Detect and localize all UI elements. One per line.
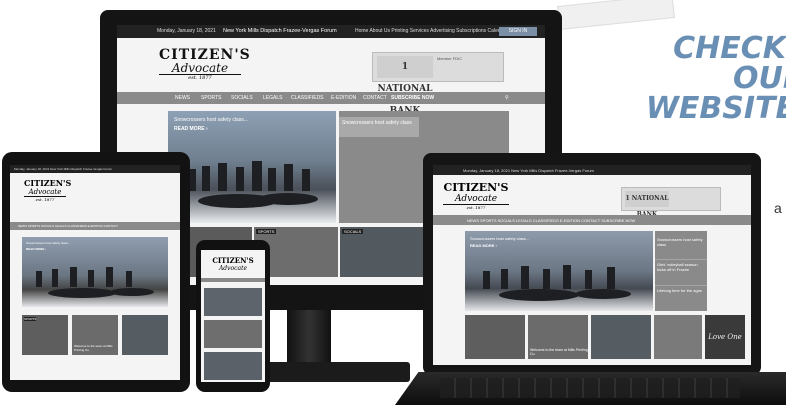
nav-socials[interactable]: SOCIALS bbox=[231, 95, 253, 101]
laptop-thumb-2[interactable]: Welcome to the team at Mills Printing Co… bbox=[528, 315, 588, 359]
tablet-thumb-1-label: SPORTS bbox=[24, 317, 37, 321]
laptop-thumb-1[interactable] bbox=[465, 315, 525, 359]
nav-news[interactable]: NEWS bbox=[175, 95, 190, 101]
laptop-keyboard bbox=[440, 378, 740, 398]
snowmobile-photo bbox=[188, 161, 318, 208]
topbar-date: Monday, January 18, 2021 bbox=[157, 28, 216, 34]
laptop-logo[interactable]: CITIZEN'S Advocate est. 1877 bbox=[443, 181, 509, 210]
topbar-sister-links[interactable]: New York Mills Dispatch Frazee-Vergas Fo… bbox=[223, 28, 337, 34]
laptop-side-story-3[interactable]: Lifelong time for the ages bbox=[655, 285, 707, 295]
laptop-ad-banner[interactable]: 1 NATIONAL BANK bbox=[621, 187, 721, 218]
phone-story-image-1[interactable] bbox=[204, 320, 262, 348]
laptop-topbar-text: Monday, January 18, 2021 New York Mills … bbox=[463, 168, 594, 173]
logo-line-2: Advocate bbox=[159, 62, 241, 75]
tablet-logo-line-2: Advocate bbox=[24, 188, 66, 197]
laptop-logo-line-1: CITIZEN'S bbox=[443, 181, 509, 194]
sign-in-button[interactable]: SIGN IN bbox=[499, 27, 537, 36]
tablet-thumb-3[interactable] bbox=[122, 315, 168, 355]
tablet-nav-items[interactable]: NEWS SPORTS SOCIALS LEGALS CLASSIFIEDS E… bbox=[18, 224, 118, 228]
tablet-topbar: Monday, January 18, 2021 New York Mills … bbox=[10, 165, 180, 173]
bank-ad-text: Member FDIC bbox=[437, 56, 463, 61]
tablet-nav: NEWS SPORTS SOCIALS LEGALS CLASSIFIEDS E… bbox=[10, 222, 180, 230]
laptop-hero[interactable]: Snowcrossers host safety class... READ M… bbox=[465, 231, 653, 311]
laptop-thumb-3[interactable] bbox=[591, 315, 651, 359]
laptop-thumb-2-caption: Welcome to the team at Mills Printing Co… bbox=[530, 348, 588, 356]
tablet-logo-line-1: CITIZEN'S bbox=[24, 178, 72, 188]
tablet-thumbnails: SPORTS Welcome to the team at Mills Prin… bbox=[22, 315, 168, 355]
tablet-topbar-text: Monday, January 18, 2021 New York Mills … bbox=[14, 167, 113, 171]
laptop-nav: NEWS SPORTS SOCIALS LEGALS CLASSIFIEDS E… bbox=[433, 215, 751, 225]
nav-e-edition[interactable]: E-EDITION bbox=[331, 95, 356, 101]
laptop-side-story-1[interactable]: Snowcrossers host safety class bbox=[655, 235, 707, 249]
tablet-logo[interactable]: CITIZEN'S Advocate est. 1877 bbox=[24, 178, 72, 202]
hero-story[interactable]: Snowcrossers host safety class... READ M… bbox=[168, 111, 336, 223]
nav-subscribe[interactable]: SUBSCRIBE NOW bbox=[391, 95, 434, 101]
headline-line-3: WEBSITE bbox=[645, 91, 786, 126]
tablet-thumb-1[interactable]: SPORTS bbox=[22, 315, 68, 355]
tablet-screen: Monday, January 18, 2021 New York Mills … bbox=[10, 165, 180, 380]
tablet-hero[interactable]: Snowcrossers host safety class... READ M… bbox=[22, 237, 168, 307]
bank-ad-banner[interactable]: 1 NATIONAL BANK Member FDIC bbox=[372, 52, 504, 116]
phone-hero-image[interactable] bbox=[204, 288, 262, 316]
laptop-ad-logo: 1 NATIONAL BANK bbox=[625, 191, 669, 218]
promo-headline: CHECK OUR WEBSITE bbox=[596, 34, 786, 124]
tablet-thumb-2[interactable]: Welcome to the team at Mills Printing Co… bbox=[72, 315, 118, 355]
tablet-snowmobile-photo bbox=[36, 267, 154, 298]
nav-sports[interactable]: SPORTS bbox=[201, 95, 221, 101]
phone-nav-bar[interactable] bbox=[201, 278, 265, 282]
laptop-side-story-2[interactable]: Girls' volleyball season kicks off in Fr… bbox=[655, 259, 707, 274]
laptop-love-one-card[interactable]: Love One bbox=[705, 315, 745, 359]
laptop-screen: Monday, January 18, 2021 New York Mills … bbox=[433, 165, 751, 365]
nav-classifieds[interactable]: CLASSIFIEDS bbox=[291, 95, 324, 101]
nav-contact[interactable]: CONTACT bbox=[363, 95, 387, 101]
phone-logo-line-1: CITIZEN'S bbox=[212, 256, 254, 265]
laptop-thumb-4[interactable] bbox=[654, 315, 702, 359]
phone-logo[interactable]: CITIZEN'S Advocate bbox=[207, 256, 259, 272]
site-topbar: Monday, January 18, 2021 New York Mills … bbox=[117, 25, 545, 38]
laptop-snowmobile-photo bbox=[483, 265, 631, 301]
phone-screen: CITIZEN'S Advocate bbox=[201, 250, 265, 382]
bank-ad-logo: 1 NATIONAL BANK bbox=[377, 56, 433, 116]
logo-line-3: est. 1877 bbox=[188, 75, 212, 81]
logo-line-1: CITIZEN'S bbox=[159, 47, 251, 63]
thumb-3-label: SOCIALS bbox=[342, 229, 364, 234]
search-icon[interactable]: ⚲ bbox=[505, 95, 509, 101]
laptop-logo-line-2: Advocate bbox=[443, 194, 509, 205]
site-logo[interactable]: CITIZEN'S Advocate est. 1877 bbox=[159, 47, 251, 86]
monitor-stand-neck bbox=[287, 310, 331, 365]
laptop-logo-line-3: est. 1877 bbox=[466, 205, 486, 210]
laptop-sidebar: Snowcrossers host safety class Girls' vo… bbox=[655, 231, 707, 311]
tablet-logo-line-3: est. 1877 bbox=[35, 197, 55, 202]
laptop-nav-items[interactable]: NEWS SPORTS SOCIALS LEGALS CLASSIFIEDS E… bbox=[467, 218, 635, 223]
tablet-thumb-2-caption: Welcome to the team at Mills Printing Co… bbox=[74, 344, 113, 352]
headline-line-2: OUR bbox=[733, 61, 786, 96]
phone-story-image-2[interactable] bbox=[204, 352, 262, 380]
thumb-3[interactable]: SOCIALS bbox=[340, 227, 424, 277]
laptop-topbar: Monday, January 18, 2021 New York Mills … bbox=[433, 165, 751, 175]
thumb-2-label: SPORTS bbox=[256, 229, 277, 234]
nav-legals[interactable]: LEGALS bbox=[263, 95, 282, 101]
headline-line-1: CHECK bbox=[673, 31, 786, 66]
laptop-thumbnails: Welcome to the team at Mills Printing Co… bbox=[465, 315, 745, 359]
sidebar-story-1[interactable]: Snowcrossers host safety class bbox=[339, 117, 419, 137]
main-nav: NEWS SPORTS SOCIALS LEGALS CLASSIFIEDS E… bbox=[117, 92, 545, 104]
phone-logo-line-2: Advocate bbox=[218, 265, 248, 272]
paper-clipping bbox=[557, 0, 675, 30]
partial-side-text: a bbox=[774, 200, 782, 216]
